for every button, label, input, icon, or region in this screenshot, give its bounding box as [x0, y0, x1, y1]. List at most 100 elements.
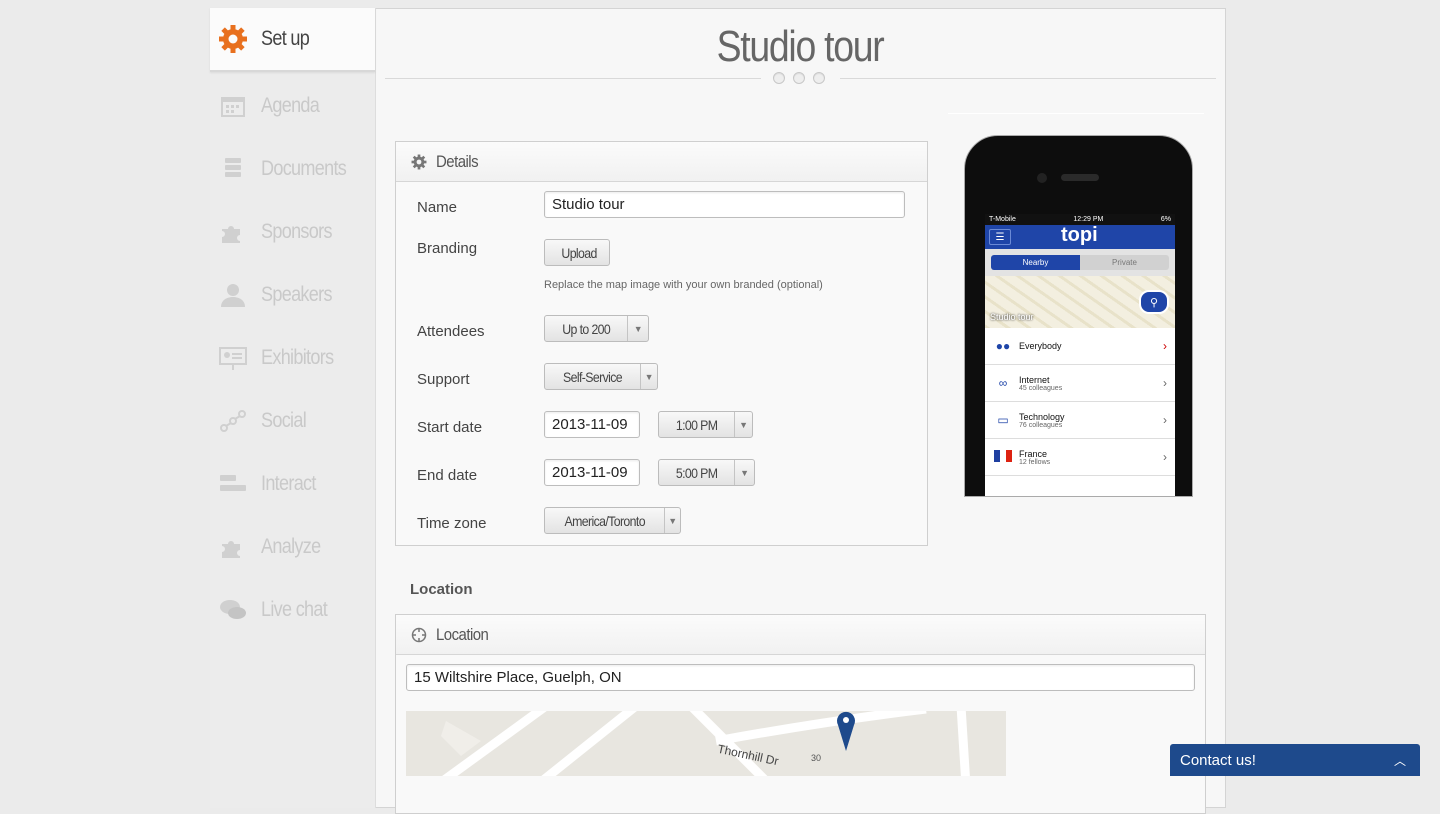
page-title: Studio tour — [716, 22, 885, 71]
details-header: Details — [396, 142, 927, 182]
documents-icon — [218, 156, 248, 182]
sidebar-item-speakers[interactable]: Speakers — [210, 265, 375, 325]
interact-icon — [218, 471, 248, 497]
sidebar-item-set-up[interactable]: Set up — [210, 8, 375, 72]
title-divider — [385, 78, 761, 79]
sidebar-item-label: Interact — [261, 472, 316, 495]
location-section-label: Location — [410, 581, 473, 598]
end-date-input[interactable]: 2013-11-09 — [544, 459, 640, 486]
attendees-label: Attendees — [417, 323, 485, 340]
link-icon: ∞ — [998, 376, 1008, 390]
tab-nearby: Nearby — [991, 255, 1080, 270]
sidebar-item-label: Documents — [261, 157, 347, 180]
chevron-down-icon: ▼ — [640, 364, 657, 389]
puzzle-icon — [218, 534, 248, 560]
end-date-label: End date — [417, 467, 478, 484]
camera — [1037, 173, 1047, 183]
sidebar-item-agenda[interactable]: Agenda — [210, 76, 375, 136]
chevron-right-icon: › — [1163, 450, 1167, 464]
sidebar-item-label: Agenda — [261, 94, 320, 117]
phone-segment: Nearby Private — [985, 249, 1175, 276]
app-logo: topi — [1061, 224, 1098, 246]
list-item: ●● Everybody › — [985, 328, 1175, 365]
phone-time: 12:29 PM — [1073, 216, 1104, 223]
menu-icon: ☰ — [989, 229, 1011, 245]
support-label: Support — [417, 371, 470, 388]
person-icon — [218, 282, 248, 308]
sidebar: Set up Agenda Documents Sponsors Speaker… — [210, 8, 376, 808]
time-zone-select[interactable]: America/Toronto ▼ — [544, 507, 681, 534]
gear-icon — [218, 25, 248, 53]
chevron-right-icon: › — [1163, 376, 1167, 390]
sidebar-item-label: Live chat — [261, 598, 328, 621]
name-label: Name — [417, 199, 458, 216]
phone-app-bar: ☰ topi — [985, 224, 1175, 249]
sidebar-item-documents[interactable]: Documents — [210, 139, 375, 199]
step-dots — [773, 72, 825, 84]
upload-button[interactable]: Upload — [544, 239, 610, 266]
details-title: Details — [436, 151, 479, 171]
location-map[interactable]: Thornhill Dr 30 — [406, 711, 1006, 776]
name-input[interactable]: Studio tour — [544, 191, 905, 218]
group-icon: ●● — [995, 339, 1011, 353]
start-date-input[interactable]: 2013-11-09 — [544, 411, 640, 438]
chat-bubbles-icon — [218, 597, 248, 623]
gear-icon — [410, 153, 428, 171]
list-item: ∞ Internet 45 colleagues › — [985, 365, 1175, 402]
branding-label: Branding — [417, 240, 478, 257]
list-item: France 12 fellows › — [985, 439, 1175, 476]
start-date-label: Start date — [417, 419, 483, 436]
speaker-grille — [1061, 174, 1099, 181]
details-panel: Details Name Studio tour Branding Upload… — [395, 141, 928, 546]
sidebar-item-label: Exhibitors — [261, 346, 334, 369]
chevron-down-icon: ▼ — [627, 316, 648, 341]
branding-hint: Replace the map image with your own bran… — [544, 279, 823, 291]
sidebar-item-label: Sponsors — [261, 220, 332, 243]
sidebar-item-label: Speakers — [261, 283, 332, 306]
title-divider — [840, 78, 1216, 79]
sidebar-item-label: Analyze — [261, 535, 321, 558]
end-time-select[interactable]: 5:00 PM ▼ — [658, 459, 755, 486]
chevron-right-icon: › — [1163, 339, 1167, 353]
tab-private: Private — [1080, 255, 1169, 270]
phone-map-label: Studio tour — [990, 312, 1034, 322]
crosshair-icon — [410, 626, 428, 644]
chevron-down-icon: ▼ — [664, 508, 680, 533]
sidebar-item-social[interactable]: Social — [210, 391, 375, 451]
attendees-select[interactable]: Up to 200 ▼ — [544, 315, 649, 342]
contact-widget[interactable]: Contact us! ︿ — [1170, 744, 1420, 776]
chevron-down-icon: ▼ — [734, 460, 754, 485]
support-select[interactable]: Self-Service ▼ — [544, 363, 658, 390]
phone-screen: T-Mobile 12:29 PM 6% ☰ topi Nearby Priva… — [985, 214, 1175, 496]
sidebar-item-sponsors[interactable]: Sponsors — [210, 202, 375, 262]
chevron-down-icon: ▼ — [734, 412, 752, 437]
sidebar-item-label: Social — [261, 409, 307, 432]
list-item: ▭ Technology 76 colleagues › — [985, 402, 1175, 439]
sidebar-item-analyze[interactable]: Analyze — [210, 517, 375, 577]
chevron-up-icon[interactable]: ︿ — [1394, 752, 1406, 769]
phone-preview: T-Mobile 12:29 PM 6% ☰ topi Nearby Priva… — [964, 135, 1193, 497]
time-zone-label: Time zone — [417, 515, 487, 532]
phone-map: Studio tour ⚲ — [985, 276, 1175, 328]
battery: 6% — [1160, 216, 1171, 223]
sidebar-item-interact[interactable]: Interact — [210, 454, 375, 514]
location-header: Location — [396, 615, 1205, 655]
divider — [948, 113, 1204, 114]
map-house-number: 30 — [811, 753, 822, 763]
sidebar-item-exhibitors[interactable]: Exhibitors — [210, 328, 375, 388]
sidebar-item-live-chat[interactable]: Live chat — [210, 580, 375, 640]
chevron-right-icon: › — [1163, 413, 1167, 427]
start-time-select[interactable]: 1:00 PM ▼ — [658, 411, 753, 438]
search-icon: ⚲ — [1139, 290, 1169, 314]
flag-icon — [993, 449, 1013, 465]
location-title: Location — [436, 624, 489, 644]
address-input[interactable]: 15 Wiltshire Place, Guelph, ON — [406, 664, 1195, 691]
calendar-icon — [218, 93, 248, 119]
presentation-icon — [218, 345, 248, 371]
contact-label: Contact us! — [1180, 751, 1256, 769]
network-icon — [218, 408, 248, 434]
monitor-icon: ▭ — [997, 413, 1009, 427]
sidebar-item-label: Set up — [261, 27, 310, 50]
puzzle-icon — [218, 219, 248, 245]
carrier: T-Mobile — [989, 216, 1016, 223]
